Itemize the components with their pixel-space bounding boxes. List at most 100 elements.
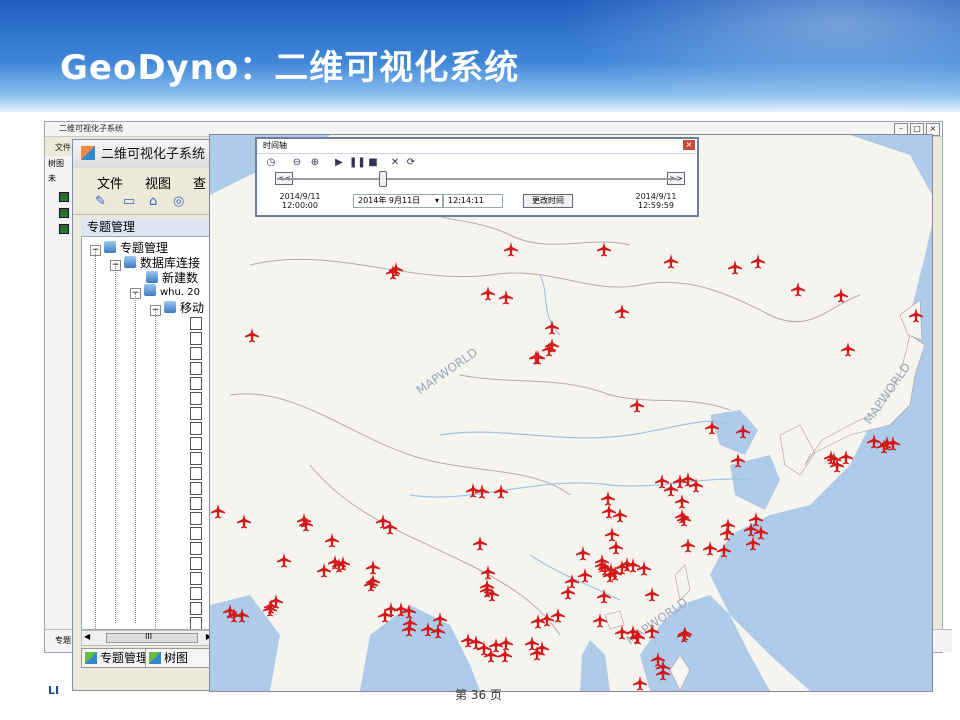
- time-slider-knob[interactable]: [379, 171, 387, 187]
- tree-guide: [155, 309, 156, 629]
- chevron-down-icon[interactable]: ▾: [435, 195, 439, 207]
- panel-header: 专题管理: [81, 218, 219, 237]
- end-time: 12:59:59: [638, 201, 674, 210]
- file-icon[interactable]: [190, 587, 202, 600]
- file-icon[interactable]: [190, 422, 202, 435]
- tab-label: 树图: [164, 651, 189, 665]
- tree-label: whu. 20: [160, 287, 200, 298]
- app-menubar: 文件 视图 查: [73, 170, 213, 192]
- tree-horizontal-scrollbar[interactable]: ◀ III ▶: [81, 630, 215, 646]
- polygon-tool-icon[interactable]: ⌂: [149, 194, 157, 209]
- zoom-in-icon[interactable]: ⊕: [309, 157, 321, 169]
- file-icon[interactable]: [190, 557, 202, 570]
- database-icon: [146, 271, 158, 283]
- tab-tree[interactable]: 树图: [145, 648, 211, 668]
- time-axis-dialog: 时间轴 × ◷ ⊖ ⊕ ▶ ❚❚ ■ ✕ ⟳ << >> 2014/9/1112…: [255, 137, 699, 217]
- database-icon: [144, 284, 156, 296]
- refresh-icon[interactable]: ⟳: [405, 157, 417, 169]
- tree-label: 专题管理: [120, 241, 169, 255]
- scroll-thumb[interactable]: III: [106, 632, 198, 643]
- collapse-icon[interactable]: −: [90, 245, 101, 256]
- background-side-label: 树图: [48, 159, 64, 168]
- stop-icon[interactable]: ■: [367, 157, 379, 169]
- file-icon[interactable]: [190, 452, 202, 465]
- file-icon[interactable]: [190, 602, 202, 615]
- pause-icon[interactable]: ❚❚: [349, 157, 366, 169]
- tree-label: 数据库连接: [140, 256, 201, 270]
- end-date: 2014/9/11: [635, 192, 677, 201]
- map-view[interactable]: MAPWORLD MAPWORLD MAPWORLD: [209, 134, 933, 692]
- close-icon[interactable]: ×: [683, 140, 695, 150]
- layer-checkbox[interactable]: [59, 224, 69, 234]
- background-side-label-2: 未: [48, 174, 56, 183]
- file-icon[interactable]: [190, 347, 202, 360]
- tree-node-whu[interactable]: − whu. 20: [130, 284, 200, 299]
- layer-checkbox[interactable]: [59, 208, 69, 218]
- start-date: 2014/9/11: [279, 192, 321, 201]
- collapse-icon[interactable]: −: [110, 260, 121, 271]
- tree-guide: [135, 293, 136, 623]
- database-icon: [124, 256, 136, 268]
- zoom-out-icon[interactable]: ⊖: [291, 157, 303, 169]
- file-icon[interactable]: [190, 542, 202, 555]
- select-tool-icon[interactable]: ✎: [95, 194, 106, 209]
- slide-title: GeoDyno：二维可视化系统: [60, 48, 520, 88]
- settings-icon[interactable]: ✕: [389, 157, 401, 169]
- start-time: 12:00:00: [282, 201, 318, 210]
- date-picker[interactable]: 2014年 9月11日 ▾: [353, 194, 443, 208]
- time-slider[interactable]: [277, 171, 677, 187]
- file-icon[interactable]: [190, 527, 202, 540]
- file-icon[interactable]: [190, 497, 202, 510]
- app-titlebar: 二维可视化子系统: [73, 140, 213, 168]
- app-toolbar: ✎ ▭ ⌂ ◎: [73, 192, 213, 215]
- file-icon[interactable]: [190, 407, 202, 420]
- time-axis-titlebar: 时间轴 ×: [257, 139, 697, 154]
- play-icon[interactable]: ▶: [333, 157, 345, 169]
- file-icon[interactable]: [190, 572, 202, 585]
- file-icon[interactable]: [190, 512, 202, 525]
- tree-guide: [115, 263, 116, 623]
- slide-logo: LI: [48, 684, 60, 697]
- file-icon[interactable]: [190, 482, 202, 495]
- file-icon[interactable]: [190, 362, 202, 375]
- menu-file[interactable]: 文件: [97, 173, 123, 192]
- background-window-title: 二维可视化子系统: [59, 124, 123, 133]
- file-icon[interactable]: [190, 392, 202, 405]
- app-icon: [81, 146, 95, 160]
- change-time-button[interactable]: 更改时间: [523, 194, 573, 208]
- collapse-icon[interactable]: −: [150, 305, 161, 316]
- layer-checkbox[interactable]: [59, 192, 69, 202]
- file-icon[interactable]: [190, 437, 202, 450]
- page-number: 第 36 页: [455, 688, 502, 702]
- scroll-left-icon[interactable]: ◀: [84, 632, 90, 641]
- collapse-icon[interactable]: −: [130, 288, 141, 299]
- start-time-label: 2014/9/11 12:00:00: [271, 192, 329, 210]
- tree-tab-icon: [149, 652, 161, 664]
- time-input[interactable]: 12:14:11: [443, 194, 503, 208]
- file-icon[interactable]: [190, 617, 202, 629]
- tab-label: 专题管理: [100, 651, 149, 665]
- layer-icon: [164, 301, 176, 313]
- tree-guide: [95, 249, 96, 629]
- menu-query[interactable]: 查: [193, 173, 206, 192]
- panel-tabs: 专题管理 树图: [81, 648, 213, 668]
- window-tool-icon[interactable]: ▭: [123, 194, 135, 209]
- tree-node-move[interactable]: − 移动: [150, 299, 204, 316]
- time-axis-title: 时间轴: [263, 141, 287, 150]
- menu-view[interactable]: 视图: [145, 173, 171, 192]
- background-sidebar: 树图 未: [45, 156, 74, 646]
- theme-tree: − 专题管理 − 数据库连接 新建数 − whu. 20 − 移动: [81, 236, 215, 630]
- slide-banner: GeoDyno：二维可视化系统: [0, 0, 960, 112]
- tree-label: 新建数: [162, 271, 199, 285]
- file-icon[interactable]: [190, 467, 202, 480]
- file-icon[interactable]: [190, 377, 202, 390]
- file-icon[interactable]: [190, 317, 202, 330]
- map-canvas[interactable]: MAPWORLD MAPWORLD MAPWORLD: [210, 135, 932, 691]
- clock-icon[interactable]: ◷: [265, 157, 277, 169]
- app-window: 二维可视化子系统 文件 视图 查 ✎ ▭ ⌂ ◎ 专题管理 − 专题管理 − 数据库…: [72, 139, 219, 691]
- zoom-tool-icon[interactable]: ◎: [173, 194, 184, 209]
- tree-label: 移动: [180, 301, 205, 315]
- file-icon[interactable]: [190, 332, 202, 345]
- background-menu-file[interactable]: 文件: [55, 142, 71, 153]
- app-title: 二维可视化子系统: [101, 147, 206, 162]
